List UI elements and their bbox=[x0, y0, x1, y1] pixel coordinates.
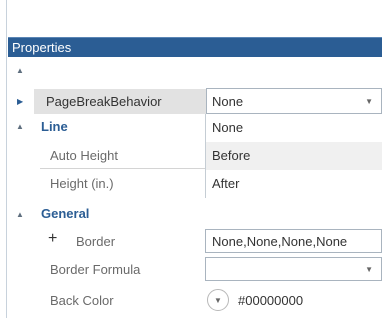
option-before[interactable]: Before bbox=[206, 142, 382, 170]
back-color-value[interactable]: #00000000 bbox=[238, 293, 303, 308]
left-border bbox=[6, 0, 7, 318]
page-break-options-list: None Before After bbox=[205, 114, 382, 198]
option-none[interactable]: None bbox=[206, 114, 382, 142]
category-general: General bbox=[41, 206, 90, 221]
expand-border-icon[interactable]: + bbox=[48, 230, 57, 248]
collapse-line-icon[interactable]: ▲ bbox=[16, 122, 24, 131]
chevron-down-icon[interactable]: ▼ bbox=[365, 97, 373, 106]
collapse-general-icon[interactable]: ▲ bbox=[16, 210, 24, 219]
back-color-label: Back Color bbox=[50, 293, 114, 308]
color-picker-button[interactable]: ▼ bbox=[207, 289, 229, 311]
border-formula-dropdown[interactable]: ▼ bbox=[205, 257, 382, 281]
border-input[interactable]: None,None,None,None bbox=[205, 229, 382, 253]
height-label: Height (in.) bbox=[50, 176, 114, 191]
page-break-dropdown[interactable]: None ▼ bbox=[206, 88, 382, 114]
option-none-label: None bbox=[212, 120, 244, 135]
category-line: Line bbox=[41, 119, 68, 134]
option-after-label: After bbox=[212, 176, 240, 191]
border-label: Border bbox=[76, 234, 116, 249]
option-after[interactable]: After bbox=[206, 170, 382, 198]
collapse-all-icon[interactable]: ▲ bbox=[16, 66, 24, 75]
panel-title: Properties bbox=[12, 40, 72, 55]
option-before-label: Before bbox=[212, 148, 251, 163]
row-divider bbox=[40, 168, 205, 169]
row-selected-indicator-icon: ▶ bbox=[17, 97, 24, 106]
auto-height-label: Auto Height bbox=[50, 148, 118, 163]
chevron-down-icon: ▼ bbox=[214, 296, 222, 305]
border-value: None,None,None,None bbox=[212, 234, 348, 249]
chevron-down-icon[interactable]: ▼ bbox=[365, 265, 373, 274]
border-formula-label: Border Formula bbox=[50, 262, 141, 277]
page-break-label: PageBreakBehavior bbox=[46, 94, 162, 109]
panel-header: Properties bbox=[8, 37, 382, 57]
page-break-value: None bbox=[212, 94, 244, 109]
